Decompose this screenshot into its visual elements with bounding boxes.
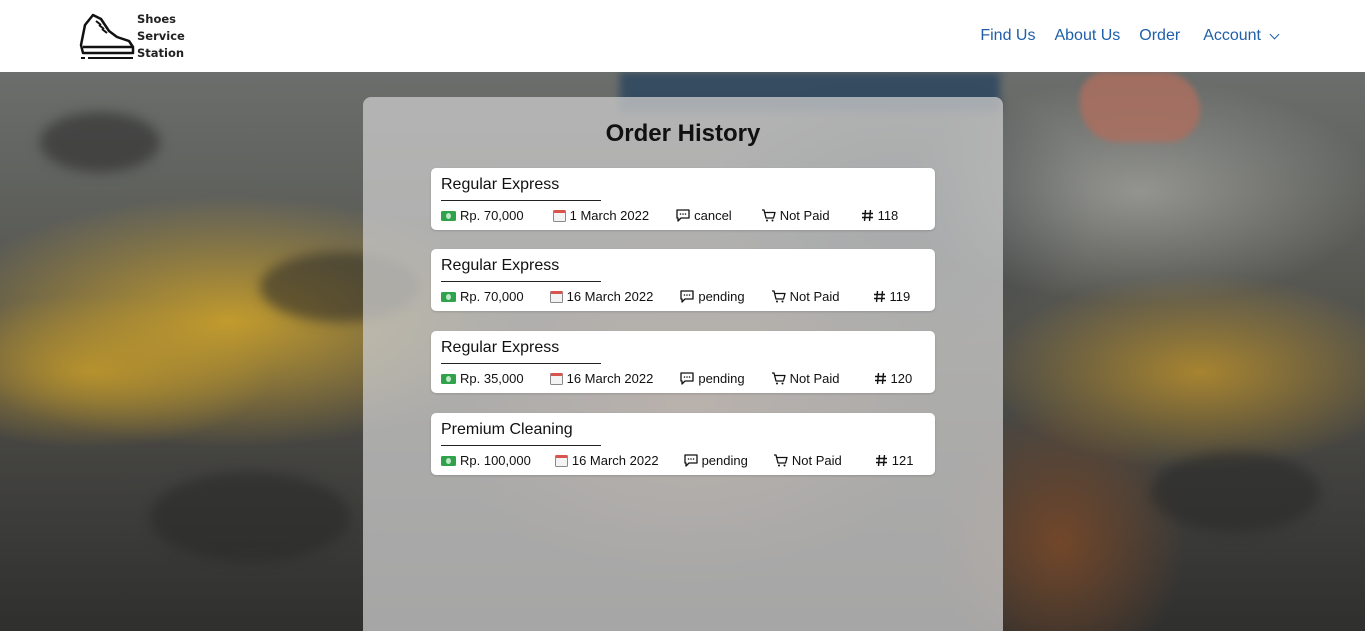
order-date: 1 March 2022: [552, 208, 650, 223]
order-status: cancel: [676, 208, 732, 223]
order-number: 121: [875, 453, 914, 468]
order-number: 120: [874, 371, 913, 386]
cash-icon: [441, 210, 456, 221]
chat-icon: [680, 372, 694, 385]
order-service-name: Regular Express: [441, 257, 601, 282]
sneaker-icon: [79, 13, 135, 59]
brand-line-1: Shoes: [137, 11, 177, 26]
cash-icon: [441, 373, 456, 384]
order-service-name: Premium Cleaning: [441, 421, 601, 446]
cash-icon: [441, 455, 456, 466]
nav-find-us[interactable]: Find Us: [980, 27, 1035, 45]
navbar: Shoes Service Station Find Us About Us O…: [0, 0, 1365, 72]
order-history-panel: Order History Regular Express Rp. 70,000…: [363, 97, 1003, 631]
nav-account-label: Account: [1203, 27, 1261, 44]
calendar-icon: [552, 209, 566, 222]
page-title: Order History: [605, 120, 761, 147]
order-number-value: 118: [877, 208, 899, 223]
order-payment-value: Not Paid: [789, 289, 840, 304]
order-payment-value: Not Paid: [779, 208, 830, 223]
brand-name: Shoes Service Station: [137, 11, 185, 62]
order-price: Rp. 70,000: [441, 208, 524, 223]
order-status: pending: [683, 453, 748, 468]
cart-icon: [771, 290, 786, 303]
order-card[interactable]: Regular Express Rp. 35,000 16 March 2022…: [431, 331, 935, 393]
order-payment: Not Paid: [771, 289, 840, 304]
order-price: Rp. 70,000: [441, 289, 524, 304]
order-service-name: Regular Express: [441, 176, 601, 201]
calendar-icon: [549, 290, 563, 303]
calendar-icon: [554, 454, 568, 467]
chat-icon: [683, 454, 698, 467]
order-status-value: pending: [698, 289, 745, 304]
order-meta: Rp. 70,000 1 March 2022 cancel Not Paid: [441, 208, 925, 223]
cash-icon: [441, 291, 456, 302]
cart-icon: [773, 454, 788, 467]
order-status: pending: [680, 371, 745, 386]
nav-about-us[interactable]: About Us: [1054, 27, 1120, 45]
order-price-value: Rp. 35,000: [460, 371, 524, 386]
order-date: 16 March 2022: [549, 371, 654, 386]
order-price-value: Rp. 70,000: [460, 208, 524, 223]
order-date-value: 1 March 2022: [569, 208, 650, 223]
order-price: Rp. 35,000: [441, 371, 524, 386]
brand-line-3: Station: [137, 45, 185, 60]
brand-logo[interactable]: Shoes Service Station: [79, 10, 189, 62]
order-date-value: 16 March 2022: [566, 371, 654, 386]
chat-icon: [676, 209, 690, 222]
order-date: 16 March 2022: [549, 289, 654, 304]
nav-order[interactable]: Order: [1139, 27, 1180, 45]
order-status: pending: [680, 289, 745, 304]
order-price-value: Rp. 100,000: [460, 453, 531, 468]
order-number-value: 119: [889, 289, 911, 304]
hash-icon: [874, 372, 886, 385]
order-date-value: 16 March 2022: [566, 289, 654, 304]
hash-icon: [875, 454, 887, 467]
order-price-value: Rp. 70,000: [460, 289, 524, 304]
order-meta: Rp. 70,000 16 March 2022 pending Not Pai…: [441, 289, 925, 304]
order-list: Regular Express Rp. 70,000 1 March 2022 …: [431, 168, 935, 495]
order-number: 118: [861, 208, 899, 223]
order-payment-value: Not Paid: [789, 371, 840, 386]
order-number-value: 121: [891, 453, 914, 468]
order-card[interactable]: Regular Express Rp. 70,000 1 March 2022 …: [431, 168, 935, 230]
cart-icon: [761, 209, 776, 222]
order-status-value: pending: [701, 453, 748, 468]
order-card[interactable]: Premium Cleaning Rp. 100,000 16 March 20…: [431, 413, 935, 475]
order-payment: Not Paid: [771, 371, 840, 386]
brand-line-2: Service: [137, 28, 185, 43]
order-status-value: pending: [698, 371, 745, 386]
order-payment-value: Not Paid: [791, 453, 842, 468]
order-number: 119: [873, 289, 911, 304]
nav-account-dropdown[interactable]: Account: [1203, 27, 1280, 45]
chat-icon: [680, 290, 694, 303]
hash-icon: [861, 209, 873, 222]
order-meta: Rp. 100,000 16 March 2022 pending Not Pa…: [441, 453, 925, 468]
order-payment: Not Paid: [773, 453, 842, 468]
order-service-name: Regular Express: [441, 339, 601, 364]
order-number-value: 120: [890, 371, 913, 386]
order-date-value: 16 March 2022: [571, 453, 659, 468]
order-status-value: cancel: [694, 208, 732, 223]
order-price: Rp. 100,000: [441, 453, 531, 468]
chevron-down-icon: [1269, 29, 1280, 39]
cart-icon: [771, 372, 786, 385]
calendar-icon: [549, 372, 563, 385]
main-nav: Find Us About Us Order Account: [961, 0, 1280, 72]
background-hand: [1080, 72, 1200, 142]
hash-icon: [873, 290, 885, 303]
order-payment: Not Paid: [761, 208, 830, 223]
order-date: 16 March 2022: [554, 453, 659, 468]
order-card[interactable]: Regular Express Rp. 70,000 16 March 2022…: [431, 249, 935, 311]
order-meta: Rp. 35,000 16 March 2022 pending Not Pai…: [441, 371, 925, 386]
